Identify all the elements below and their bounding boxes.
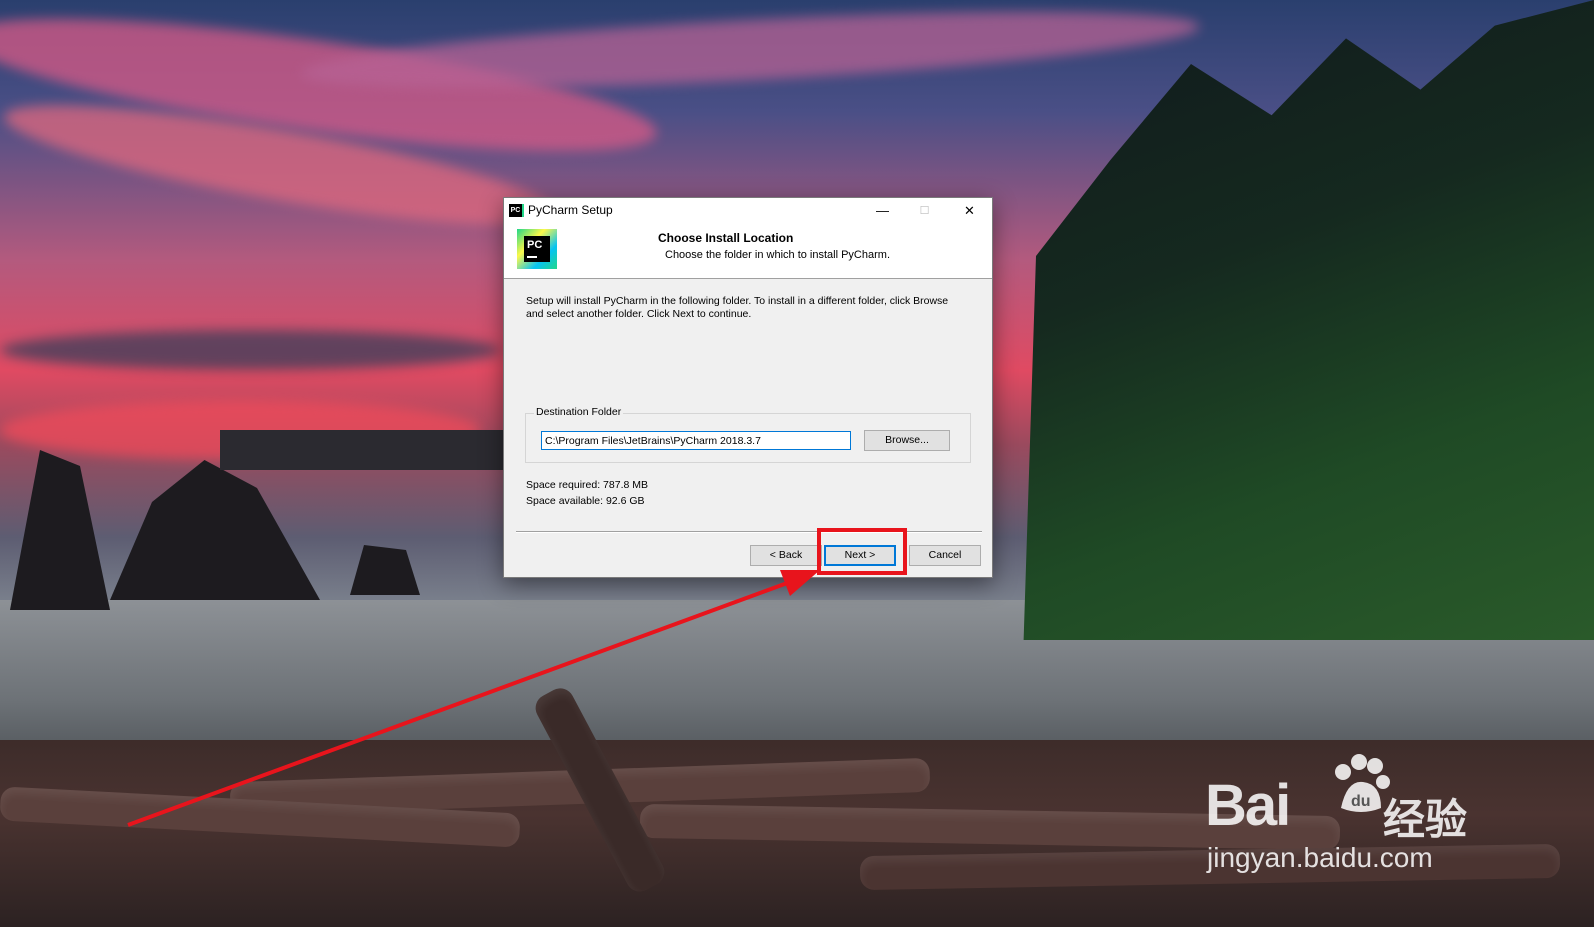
watermark-url: jingyan.baidu.com [1207, 842, 1433, 873]
arrow-head [780, 570, 820, 596]
arrow-shaft [127, 580, 791, 827]
watermark-brand-cn: 经验 [1383, 796, 1468, 843]
svg-text:du: du [1351, 793, 1371, 810]
next-button-highlight [817, 528, 907, 575]
watermark-brand: Bai [1205, 773, 1291, 838]
baidu-jingyan-watermark: Bai du 经验 jingyan.baidu.com [1205, 754, 1495, 880]
